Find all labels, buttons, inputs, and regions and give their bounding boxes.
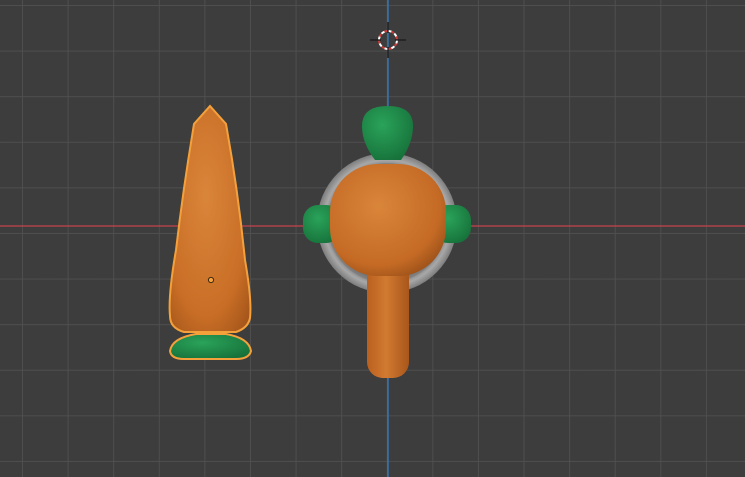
carrot-side-object[interactable]: [168, 104, 253, 360]
object-origin-dot: [207, 276, 215, 284]
viewport-canvas[interactable]: [0, 0, 745, 477]
carrot-top-top-leaf: [362, 106, 413, 160]
carrot-side-body: [168, 104, 252, 333]
carrot-side-base: [168, 333, 253, 360]
carrot-top-head: [330, 164, 446, 276]
3d-viewport[interactable]: [0, 0, 745, 477]
carrot-top-object[interactable]: [303, 106, 471, 378]
